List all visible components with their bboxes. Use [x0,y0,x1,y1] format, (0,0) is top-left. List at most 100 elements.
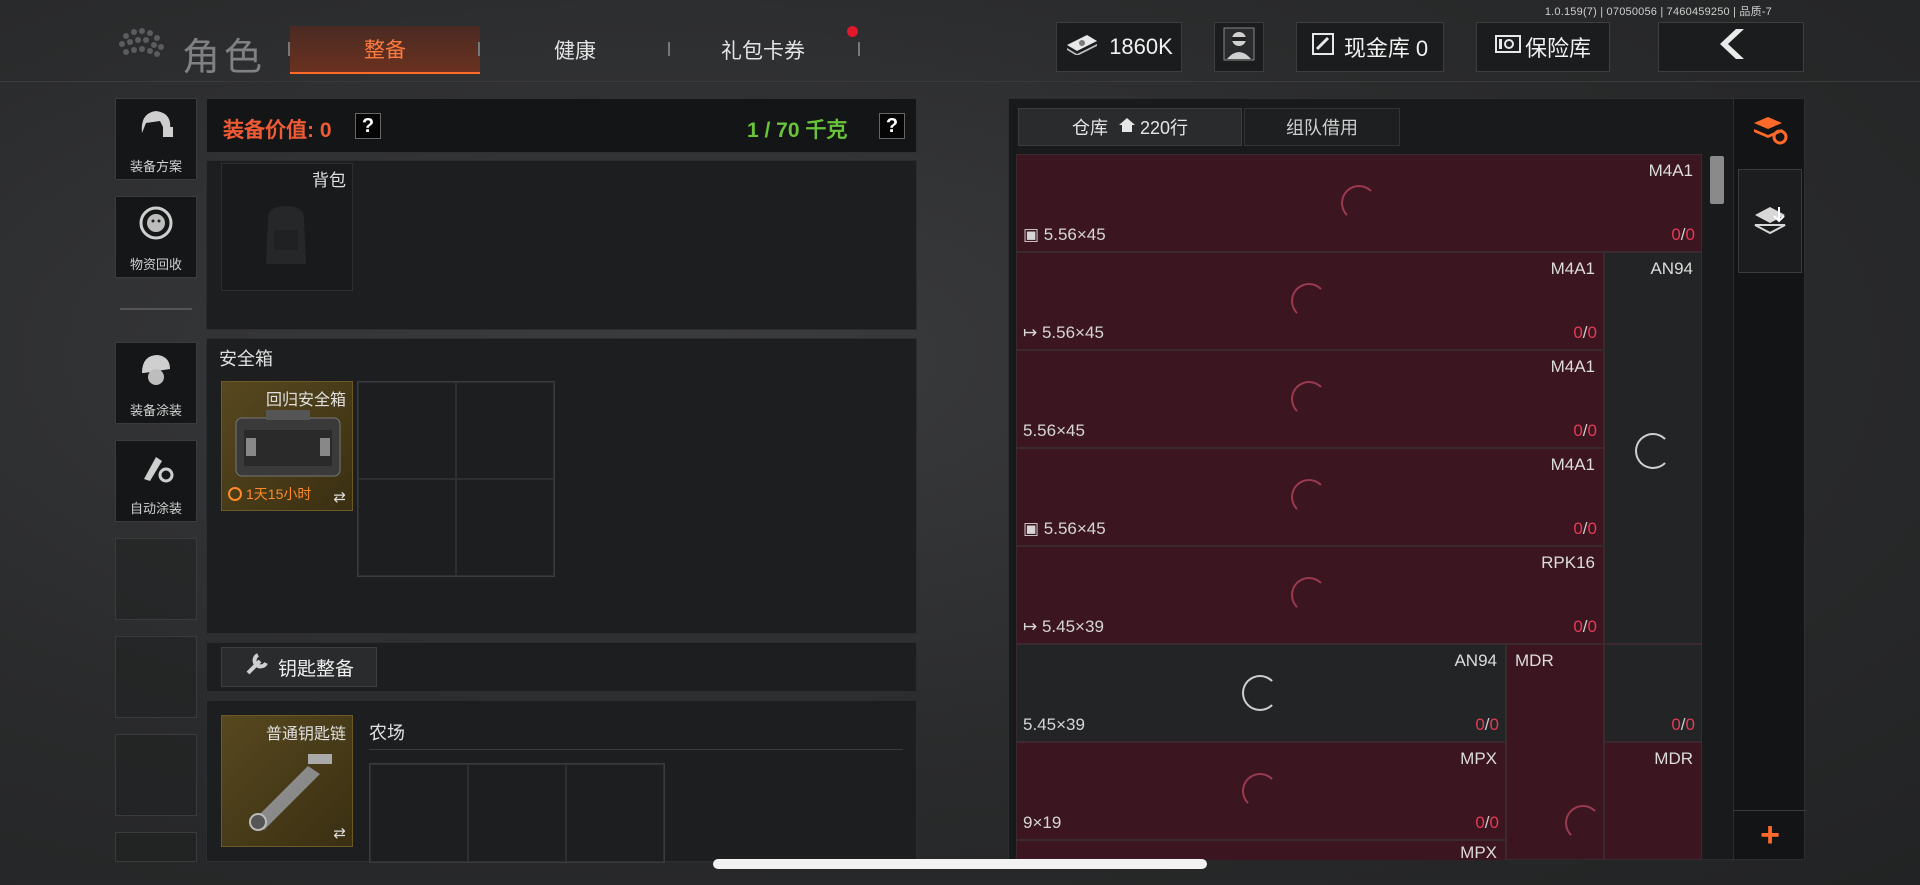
backpack-slot[interactable]: 背包 [221,163,353,291]
safebox-slot[interactable]: 回归安全箱 1天15小时 ⇄ [221,381,353,511]
empty-slot [115,734,197,816]
item-caliber: 5.45×39 [1023,715,1085,734]
sort-refresh-button[interactable] [1744,107,1796,153]
item-count-total: 0 [1587,519,1597,538]
auto-paint-button[interactable]: 自动涂装 [115,440,197,522]
key-section-bar: 钥匙整备 [206,642,917,692]
item-count-value: 0 [1573,323,1583,342]
warehouse-item[interactable]: RPK16 ↦ 5.45×39 0/0 [1016,546,1604,644]
swap-icon[interactable]: ⇄ [333,824,346,842]
item-name: M4A1 [1648,161,1693,180]
tab-divider [478,42,480,56]
export-icon: ↦ [1023,323,1042,342]
home-indicator[interactable] [713,859,1207,869]
ammo-box-icon: ▣ [1023,519,1044,538]
grid-cell[interactable] [358,382,456,479]
item-count-total: 0 [1587,617,1597,636]
tab-divider [858,42,860,56]
tab-equipment[interactable]: 整备 [290,26,480,74]
warehouse-scrollbar[interactable] [1710,156,1724,204]
item-caliber: ↦ 5.56×45 [1023,323,1104,343]
item-count-total: 0 [1685,715,1695,734]
item-name: AN94 [1454,651,1497,670]
equipment-paint-button[interactable]: 装备涂装 [115,342,197,424]
warehouse-item[interactable]: MDR [1565,742,1702,860]
grid-cell[interactable] [468,764,566,862]
safebox-image-icon [235,410,341,477]
grid-cell[interactable] [456,479,554,576]
item-caliber: ▣ 5.56×45 [1023,225,1106,245]
item-count-total: 0 [1489,715,1499,734]
item-count-value: 0 [1475,715,1485,734]
empty-slot [115,538,197,620]
item-count-total: 0 [1685,225,1695,244]
item-name: M4A1 [1550,357,1595,376]
item-count: 0/0 [1573,323,1597,342]
wrench-icon [244,651,270,683]
grid-cell[interactable] [358,479,456,576]
equipment-header: 装备价值: 0 ? 1 / 70 千克 ? [206,98,917,153]
key-loadout-button[interactable]: 钥匙整备 [221,647,377,687]
operator-avatar-button[interactable] [1214,22,1264,72]
warehouse-item[interactable]: M4A1 ▣ 5.56×45 0/0 [1016,448,1604,546]
warehouse-item[interactable]: 0/0 [1604,644,1702,742]
swap-icon[interactable]: ⇄ [333,488,346,506]
safebox-section-title: 安全箱 [219,349,273,369]
quick-store-button[interactable] [1738,169,1802,273]
warehouse-item[interactable]: M4A1 ↦ 5.56×45 0/0 [1016,252,1604,350]
warehouse-item[interactable]: MPX 9×19 0/0 [1016,742,1506,840]
ammo-box-icon: ▣ [1023,225,1044,244]
empty-slot [115,636,197,718]
item-count-value: 0 [1573,617,1583,636]
add-button[interactable]: + [1734,810,1806,860]
item-count: 0/0 [1573,421,1597,440]
grid-cell[interactable] [456,382,554,479]
item-count: 0/0 [1475,715,1499,734]
warehouse-item[interactable]: M4A1 5.56×45 0/0 [1016,350,1604,448]
safe-vault-label: 保险库 [1524,36,1591,61]
tab-gift-vouchers[interactable]: 礼包卡券 [688,26,838,74]
currency-amount: 1860K [1109,34,1173,59]
safebox-timer: 1天15小时 [228,484,311,504]
tab-warehouse[interactable]: 仓库 220行 [1018,108,1242,146]
warehouse-item[interactable]: MPX [1016,840,1506,860]
help-button[interactable]: ? [879,113,905,139]
loading-spinner-icon [1291,577,1327,613]
equipment-loadout-button[interactable]: 装备方案 [115,98,197,180]
item-count-value: 0 [1671,715,1681,734]
item-count: 0/0 [1671,715,1695,734]
item-caliber: ↦ 5.45×39 [1023,617,1104,637]
safebox-panel: 安全箱 回归安全箱 1天15小时 ⇄ [206,338,917,634]
item-count: 0/0 [1573,617,1597,636]
material-recycle-button[interactable]: 物资回收 [115,196,197,278]
operator-avatar-icon [1223,27,1255,67]
grid-cell[interactable] [566,764,664,862]
tab-health[interactable]: 健康 [500,26,650,74]
sidebar-label: 装备方案 [129,159,182,174]
currency-display[interactable]: 1860K [1056,22,1182,72]
help-button[interactable]: ? [355,113,381,139]
tab-divider [668,42,670,56]
back-button[interactable] [1658,22,1804,72]
grid-cell[interactable] [370,764,468,862]
keychain-location: 农场 [369,723,405,743]
chevron-left-icon [1716,27,1746,67]
keychain-slot[interactable]: 普通钥匙链 ⇄ [221,715,353,847]
money-stack-icon [1065,33,1099,61]
warehouse-rows: 220行 [1139,118,1189,138]
warehouse-item[interactable]: AN94 [1604,252,1702,644]
tab-divider [288,42,290,56]
item-count-value: 0 [1573,519,1583,538]
item-caliber-text: 5.56×45 [1041,323,1104,342]
safe-vault-button[interactable]: 保险库 [1476,22,1610,72]
warehouse-item[interactable]: M4A1 ▣ 5.56×45 0/0 [1016,154,1702,252]
helmet-paint-icon [116,351,196,395]
warehouse-item[interactable]: AN94 5.45×39 0/0 [1016,644,1506,742]
item-name: AN94 [1650,259,1693,278]
tab-team-borrow[interactable]: 组队借用 [1244,108,1400,146]
cash-vault-button[interactable]: 现金库 0 [1296,22,1444,72]
item-count: 0/0 [1671,225,1695,244]
brain-logo-icon [119,28,164,57]
item-caliber: 5.56×45 [1023,421,1085,440]
item-count-total: 0 [1489,813,1499,832]
